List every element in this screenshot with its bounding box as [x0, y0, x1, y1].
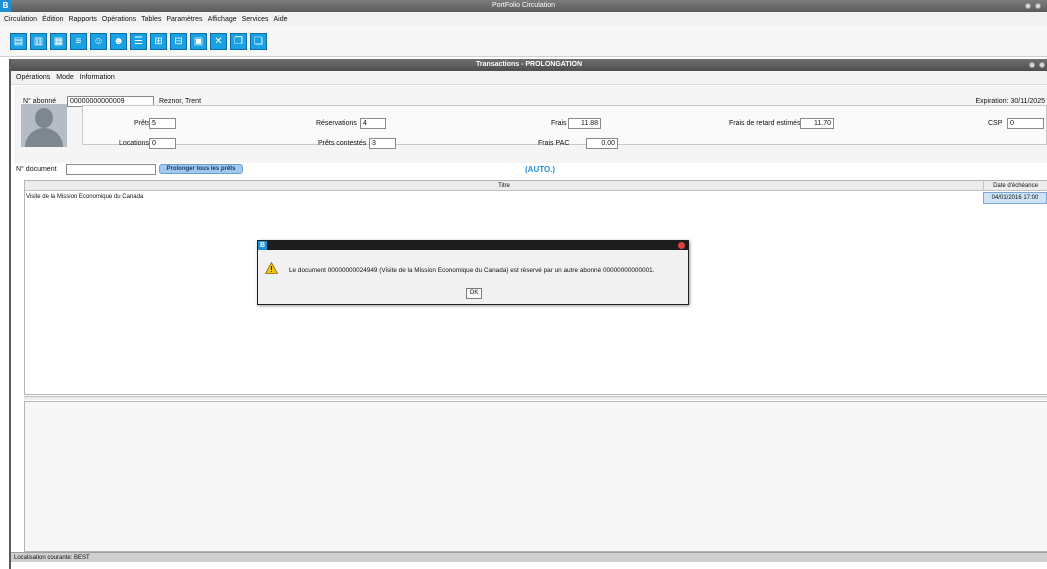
window-minimize-button[interactable] — [1029, 62, 1035, 68]
bill-icon[interactable]: ⊞ — [150, 32, 167, 50]
main-menubar: Circulation Édition Rapports Opérations … — [0, 12, 1047, 26]
column-due-header[interactable]: Date d'échéance — [983, 181, 1047, 191]
app-title: PortFolio Circulation — [491, 2, 556, 9]
dialog-message: Le document 00000000024949 (Visite de la… — [289, 267, 655, 274]
table-header: Titre Date d'échéance — [25, 181, 1047, 191]
menu-services[interactable]: Services — [242, 16, 269, 23]
document-input[interactable] — [66, 164, 156, 175]
extend-all-button[interactable]: Prolonger tous les prêts — [159, 164, 243, 174]
patron-name: Reznor, Trent — [159, 98, 202, 105]
rentals-field[interactable]: 0 — [149, 138, 176, 149]
menu-tables[interactable]: Tables — [141, 16, 161, 23]
lower-pane — [24, 401, 1047, 552]
window-menubar: Opérations Mode Information — [11, 71, 1047, 85]
menu-window-operations[interactable]: Opérations — [16, 74, 50, 81]
renew-icon[interactable]: ▦ — [50, 32, 67, 50]
menu-window-mode[interactable]: Mode — [56, 74, 74, 81]
reservations-label: Réservations — [316, 120, 357, 127]
menu-rapports[interactable]: Rapports — [68, 16, 96, 23]
minimize-button[interactable] — [1025, 3, 1031, 9]
menu-parametres[interactable]: Paramètres — [166, 16, 202, 23]
column-title-header[interactable]: Titre — [25, 181, 983, 191]
document-label: N° document — [16, 166, 57, 173]
avatar — [21, 104, 67, 147]
late-fees-label: Frais de retard estimés — [729, 120, 801, 127]
pac-fees-label: Frais PAC — [538, 140, 570, 147]
patron-add-icon[interactable]: ☻ — [110, 32, 127, 50]
pac-fees-field[interactable]: 0.00 — [586, 138, 618, 149]
fees-field[interactable]: 11.88 — [568, 118, 601, 129]
copy-icon[interactable]: ❐ — [230, 32, 247, 50]
rentals-label: Locations — [119, 140, 149, 147]
menu-affichage[interactable]: Affichage — [208, 16, 237, 23]
menu-operations[interactable]: Opérations — [102, 16, 136, 23]
list-icon[interactable]: ☰ — [130, 32, 147, 50]
menu-window-information[interactable]: Information — [80, 74, 115, 81]
transactions-window: Transactions - PROLONGATION Opérations M… — [9, 59, 1047, 569]
warning-icon — [265, 262, 278, 274]
reservations-field[interactable]: 4 — [360, 118, 386, 129]
close-button[interactable] — [1035, 3, 1041, 9]
pane-splitter[interactable] — [24, 396, 1047, 400]
menu-edition[interactable]: Édition — [42, 16, 63, 23]
bill-pay-icon[interactable]: ⊟ — [170, 32, 187, 50]
contested-label: Prêts contestés — [318, 140, 367, 147]
loans-label: Prêts — [134, 120, 151, 127]
ok-button[interactable]: OK — [466, 288, 482, 299]
mode-indicator: (AUTO.) — [525, 165, 556, 174]
csp-field[interactable]: 0 — [1007, 118, 1044, 129]
transactions-titlebar: Transactions - PROLONGATION — [11, 59, 1047, 71]
fees-label: Frais — [551, 120, 567, 127]
row-due-date: 04/01/2016 17:00 — [983, 192, 1047, 204]
checkin-icon[interactable]: ▥ — [30, 32, 47, 50]
contested-field[interactable]: 3 — [369, 138, 396, 149]
dialog-logo-icon: B — [258, 241, 267, 250]
tools-icon[interactable]: ✕ — [210, 32, 227, 50]
late-fees-field[interactable]: 11.70 — [800, 118, 834, 129]
app-logo-icon: B — [0, 0, 11, 12]
dialog-close-button[interactable] — [678, 242, 685, 249]
app-titlebar: PortFolio Circulation B — [0, 0, 1047, 12]
reservation-icon[interactable]: ≡ — [70, 32, 87, 50]
dialog-titlebar: B — [258, 241, 688, 250]
status-bar: Localisation courante: BEST — [11, 552, 1047, 562]
loans-field[interactable]: 5 — [149, 118, 176, 129]
patron-expiration: Expiration: 30/11/2025 — [975, 98, 1045, 105]
menu-aide[interactable]: Aide — [273, 16, 287, 23]
paste-icon[interactable]: ❏ — [250, 32, 267, 50]
toolbar: ▤ ▥ ▦ ≡ ☺ ☻ ☰ ⊞ ⊟ ▣ ✕ ❐ ❏ — [0, 26, 1047, 57]
report-icon[interactable]: ▣ — [190, 32, 207, 50]
menu-circulation[interactable]: Circulation — [4, 16, 37, 23]
alert-dialog: B Le document 00000000024949 (Visite de … — [257, 240, 689, 305]
window-close-button[interactable] — [1039, 62, 1045, 68]
table-row[interactable]: Visite de la Mission Economique du Canad… — [25, 192, 1047, 204]
patron-icon[interactable]: ☺ — [90, 32, 107, 50]
checkout-icon[interactable]: ▤ — [10, 32, 27, 50]
row-title: Visite de la Mission Economique du Canad… — [26, 194, 144, 200]
csp-label: CSP — [988, 120, 1003, 127]
